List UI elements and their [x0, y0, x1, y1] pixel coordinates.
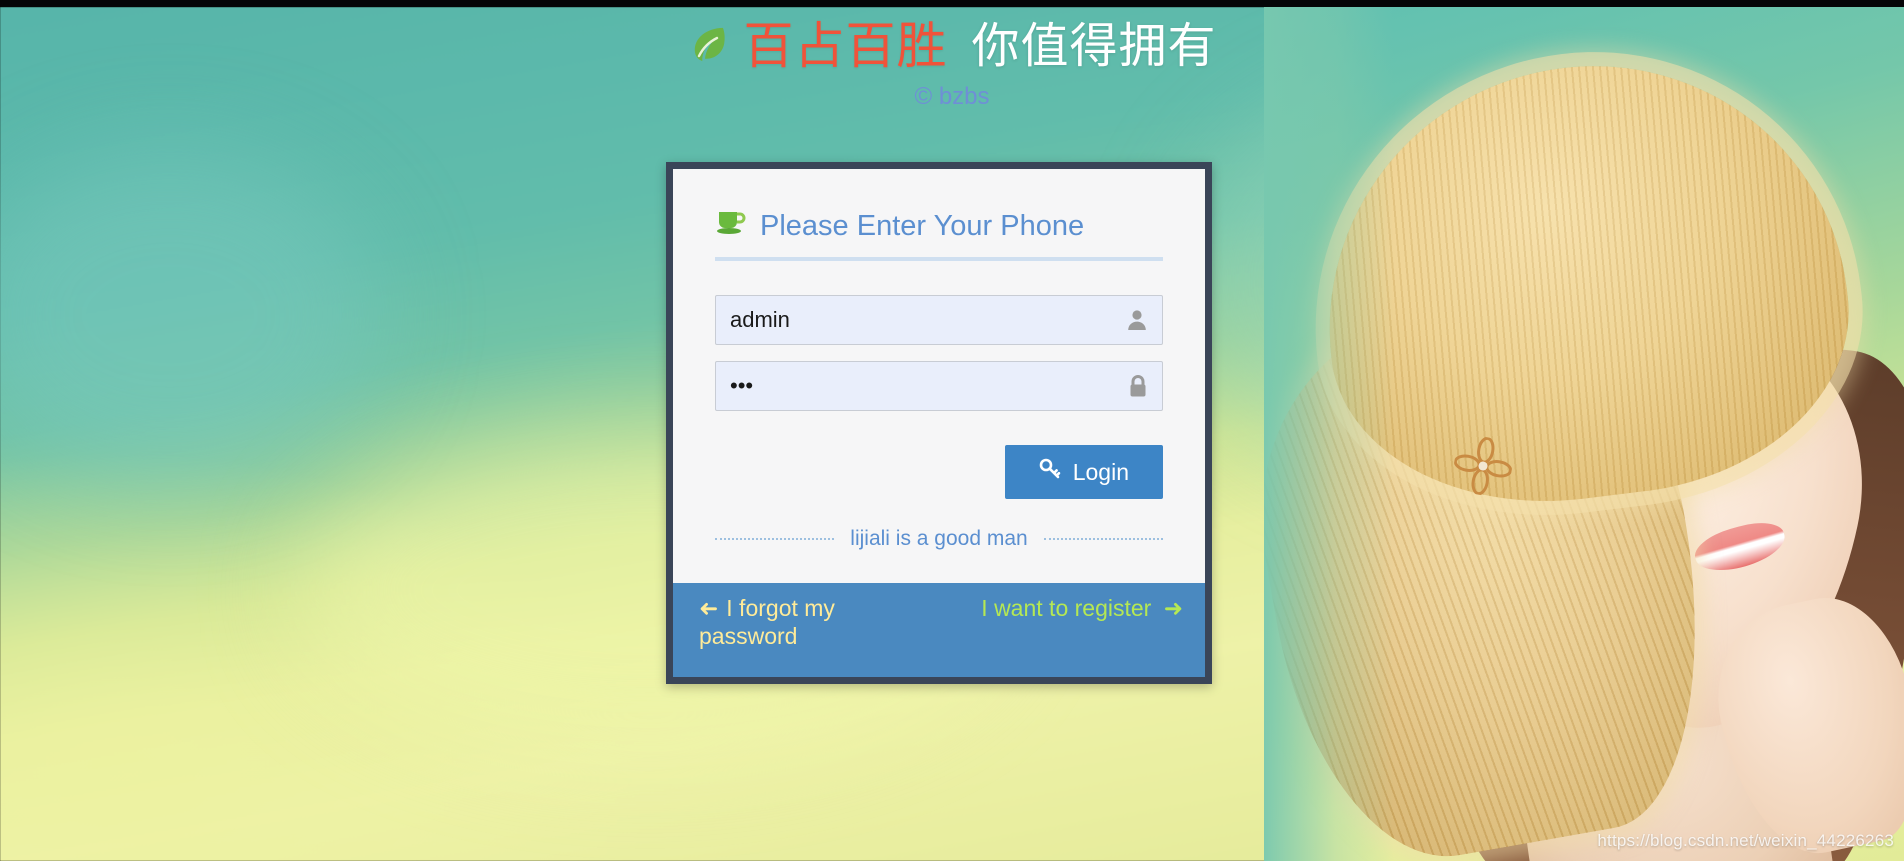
login-panel-footer: I want to register ➜ ➜ I forgot my passwo…: [673, 583, 1205, 677]
login-button[interactable]: Login: [1004, 445, 1163, 499]
brand-name-cn: 百占百胜: [743, 17, 948, 75]
brand-title: 百占百胜 你值得拥有: [0, 21, 1904, 71]
login-button-row: Login: [715, 445, 1163, 499]
username-field-wrapper: [715, 295, 1163, 345]
username-input[interactable]: [715, 295, 1163, 345]
login-button-label: Login: [1072, 458, 1129, 485]
slogan-text: lijiali is a good man: [850, 527, 1028, 550]
flower-hairpin-icon: [1449, 432, 1516, 499]
portrait-photo: [1264, 7, 1904, 861]
watermark-text: https://blog.csdn.net/weixin_44226263: [1597, 831, 1894, 850]
login-heading-text: Please Enter Your Phone: [760, 209, 1085, 242]
arrow-left-icon: ➜: [699, 595, 719, 621]
coffee-cup-icon: [717, 209, 747, 243]
leaf-icon: [687, 22, 731, 70]
forgot-password-label: I forgot my password: [699, 595, 835, 649]
login-heading: Please Enter Your Phone: [717, 209, 1163, 243]
slogan-divider-right: [1043, 538, 1163, 540]
password-input[interactable]: [715, 361, 1163, 411]
slogan-divider-left: [715, 538, 835, 540]
forgot-password-link[interactable]: ➜ I forgot my password: [693, 595, 935, 650]
login-panel-body: Please Enter Your Phone admin Login liji…: [673, 169, 1205, 583]
login-page: 百占百胜 你值得拥有 © bzbs Please Enter Your Phon…: [0, 0, 1904, 861]
page-header: 百占百胜 你值得拥有 © bzbs: [0, 7, 1904, 111]
portrait-edge-fade: [1264, 7, 1394, 861]
slogan-row: lijiali is a good man: [715, 527, 1163, 551]
register-link[interactable]: I want to register ➜: [981, 595, 1185, 623]
login-panel: Please Enter Your Phone admin Login liji…: [666, 162, 1212, 684]
heading-divider: [715, 257, 1163, 261]
brand-tagline-cn: 你值得拥有: [971, 18, 1217, 74]
top-black-strip: [0, 0, 1904, 7]
arrow-right-icon: ➜: [1163, 595, 1183, 621]
copyright-text: © bzbs: [914, 83, 990, 110]
key-icon: [1039, 458, 1061, 486]
password-field-wrapper: [715, 361, 1163, 411]
register-link-label: I want to register: [981, 595, 1152, 621]
